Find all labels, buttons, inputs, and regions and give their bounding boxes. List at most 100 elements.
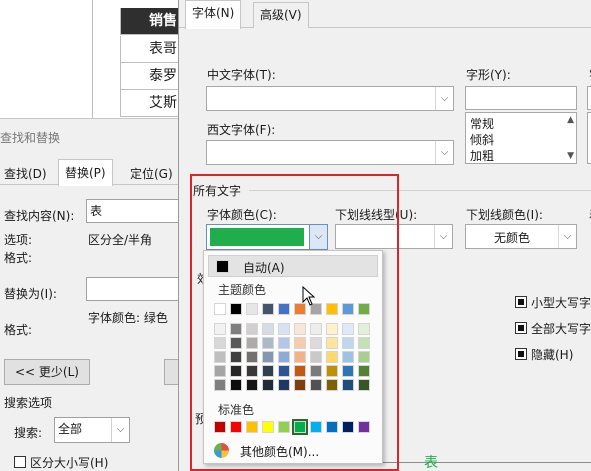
standard-color-swatch[interactable] — [358, 421, 370, 433]
standard-color-swatch[interactable] — [214, 421, 226, 433]
list-item[interactable]: 常规 — [470, 115, 494, 132]
theme-shade-swatch[interactable] — [326, 379, 338, 391]
theme-shade-swatch[interactable] — [294, 351, 306, 363]
scroll-up-icon[interactable]: ▲ — [567, 115, 574, 125]
theme-shade-swatch[interactable] — [310, 379, 322, 391]
theme-shade-swatch[interactable] — [294, 337, 306, 349]
theme-shade-swatch[interactable] — [262, 365, 274, 377]
theme-shade-swatch[interactable] — [230, 337, 242, 349]
list-item[interactable]: 倾斜 — [470, 131, 494, 148]
match-case-checkbox[interactable] — [14, 456, 26, 468]
small-caps-checkbox[interactable] — [515, 296, 527, 308]
theme-shade-swatch[interactable] — [294, 379, 306, 391]
theme-shade-swatch[interactable] — [342, 337, 354, 349]
theme-shade-swatch[interactable] — [214, 337, 226, 349]
theme-shade-swatch[interactable] — [358, 365, 370, 377]
theme-shade-swatch[interactable] — [246, 379, 258, 391]
underline-type-select[interactable]: ⌵ — [335, 224, 453, 249]
more-colors-option[interactable]: 其他颜色(M)... — [208, 441, 378, 461]
tab-font[interactable]: 字体(N) — [185, 0, 242, 29]
theme-shade-swatch[interactable] — [358, 337, 370, 349]
standard-color-swatch[interactable] — [326, 421, 338, 433]
theme-shade-swatch[interactable] — [326, 337, 338, 349]
chevron-down-icon[interactable]: ⌵ — [111, 418, 129, 442]
theme-shade-swatch[interactable] — [246, 365, 258, 377]
header-cell[interactable]: 销售员 — [120, 8, 180, 56]
theme-shade-swatch[interactable] — [358, 323, 370, 335]
theme-color-swatch[interactable] — [262, 303, 274, 315]
size-input[interactable] — [587, 86, 591, 110]
standard-color-swatch[interactable] — [310, 421, 322, 433]
theme-shade-swatch[interactable] — [230, 379, 242, 391]
theme-color-swatch[interactable] — [230, 303, 242, 315]
theme-color-swatch[interactable] — [278, 303, 290, 315]
tab-replace[interactable]: 替换(P) — [58, 159, 113, 186]
chevron-down-icon[interactable]: ⌵ — [435, 141, 453, 164]
theme-color-swatch[interactable] — [214, 303, 226, 315]
underline-color-select[interactable]: 无颜色 ⌵ — [465, 224, 577, 249]
theme-shade-swatch[interactable] — [310, 337, 322, 349]
color-palette-dropdown[interactable]: 自动(A) 主题颜色 标准色 其他颜色(M)... — [203, 250, 383, 464]
scroll-down-icon[interactable]: ▼ — [567, 151, 574, 161]
theme-shade-swatch[interactable] — [358, 379, 370, 391]
table-cell[interactable]: 表哥 — [120, 36, 180, 63]
table-cell[interactable]: 泰罗 — [120, 63, 180, 90]
theme-color-swatch[interactable] — [358, 303, 370, 315]
theme-shade-swatch[interactable] — [230, 351, 242, 363]
tab-advanced[interactable]: 高级(V) — [253, 2, 309, 28]
theme-shade-swatch[interactable] — [214, 365, 226, 377]
theme-shade-swatch[interactable] — [214, 351, 226, 363]
theme-shade-swatch[interactable] — [278, 323, 290, 335]
theme-shade-swatch[interactable] — [214, 323, 226, 335]
theme-shade-swatch[interactable] — [342, 365, 354, 377]
theme-shade-swatch[interactable] — [246, 337, 258, 349]
theme-shade-swatch[interactable] — [326, 323, 338, 335]
theme-shade-swatch[interactable] — [278, 365, 290, 377]
theme-shade-swatch[interactable] — [342, 379, 354, 391]
chevron-down-icon[interactable]: ⌵ — [309, 225, 327, 249]
chinese-font-select[interactable]: ⌵ — [206, 86, 454, 111]
theme-shade-swatch[interactable] — [262, 351, 274, 363]
style-list[interactable]: 常规 倾斜 加粗 ▲ ▼ — [465, 112, 577, 164]
standard-color-swatch[interactable] — [246, 421, 258, 433]
size-list[interactable] — [587, 112, 591, 164]
standard-color-swatch[interactable] — [262, 421, 274, 433]
western-font-select[interactable]: ⌵ — [206, 140, 454, 165]
search-select[interactable]: 全部 ⌵ — [54, 417, 130, 443]
less-button[interactable]: << 更少(L) — [4, 359, 90, 385]
chevron-down-icon[interactable]: ⌵ — [558, 225, 576, 248]
theme-shade-swatch[interactable] — [326, 351, 338, 363]
chevron-down-icon[interactable]: ⌵ — [434, 225, 452, 248]
chevron-down-icon[interactable]: ⌵ — [435, 87, 453, 110]
standard-color-swatch[interactable] — [292, 419, 308, 435]
theme-shade-swatch[interactable] — [246, 323, 258, 335]
theme-shade-swatch[interactable] — [214, 379, 226, 391]
theme-shade-swatch[interactable] — [278, 337, 290, 349]
theme-shade-swatch[interactable] — [342, 323, 354, 335]
theme-shade-swatch[interactable] — [278, 351, 290, 363]
tab-find[interactable]: 查找(D) — [4, 163, 47, 185]
theme-shade-swatch[interactable] — [342, 351, 354, 363]
style-input[interactable] — [465, 86, 577, 110]
theme-color-swatch[interactable] — [342, 303, 354, 315]
standard-color-swatch[interactable] — [230, 421, 242, 433]
theme-color-swatch[interactable] — [326, 303, 338, 315]
theme-shade-swatch[interactable] — [326, 365, 338, 377]
theme-shade-swatch[interactable] — [230, 323, 242, 335]
table-cell[interactable]: 艾斯 — [120, 90, 180, 117]
theme-shade-swatch[interactable] — [262, 337, 274, 349]
theme-color-swatch[interactable] — [246, 303, 258, 315]
tab-goto[interactable]: 定位(G) — [130, 163, 173, 185]
theme-shade-swatch[interactable] — [230, 365, 242, 377]
hidden-checkbox[interactable] — [515, 348, 527, 360]
theme-shade-swatch[interactable] — [294, 323, 306, 335]
theme-shade-swatch[interactable] — [310, 351, 322, 363]
all-caps-checkbox[interactable] — [515, 322, 527, 334]
auto-color-option[interactable]: 自动(A) — [208, 255, 378, 277]
theme-shade-swatch[interactable] — [262, 323, 274, 335]
theme-shade-swatch[interactable] — [310, 365, 322, 377]
theme-shade-swatch[interactable] — [294, 365, 306, 377]
standard-color-swatch[interactable] — [342, 421, 354, 433]
list-item[interactable]: 加粗 — [470, 147, 494, 164]
standard-color-swatch[interactable] — [278, 421, 290, 433]
